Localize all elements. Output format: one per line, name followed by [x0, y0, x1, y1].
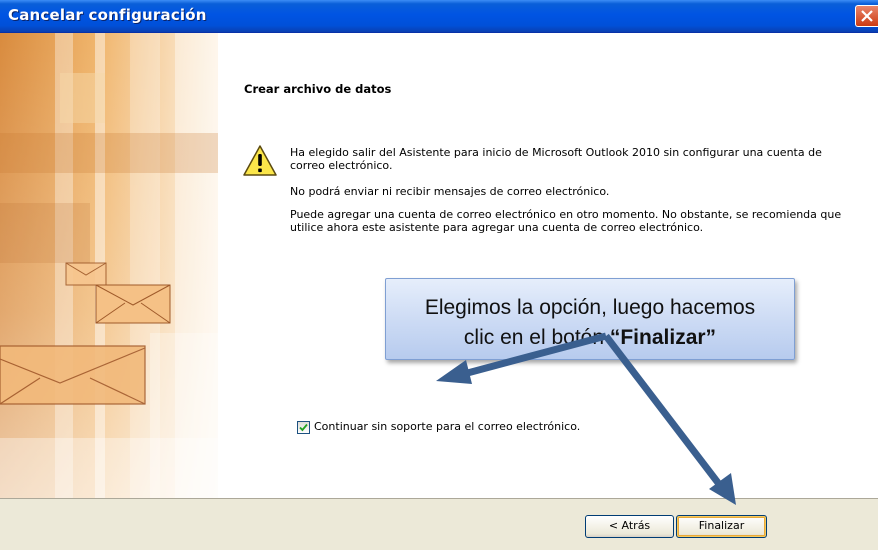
window-title: Cancelar configuración — [8, 6, 207, 24]
callout-line-2-prefix: clic en el botón — [463, 326, 610, 349]
checkmark-icon — [299, 423, 308, 432]
button-bar: < Atrás Finalizar — [0, 498, 878, 550]
callout-text: Elegimos la opción, luego hacemos clic e… — [386, 293, 794, 353]
back-button[interactable]: < Atrás — [585, 515, 674, 538]
callout-line-1: Elegimos la opción, luego hacemos — [424, 296, 756, 319]
close-button[interactable] — [855, 5, 878, 27]
instruction-callout: Elegimos la opción, luego hacemos clic e… — [385, 278, 795, 360]
message-add-account-later: Puede agregar una cuenta de correo elect… — [290, 208, 842, 234]
close-icon — [861, 10, 873, 22]
checkbox-label[interactable]: Continuar sin soporte para el correo ele… — [314, 420, 580, 433]
continue-without-email-checkbox[interactable] — [297, 421, 310, 434]
callout-line-2-bold: “Finalizar” — [609, 326, 717, 349]
warning-icon — [242, 144, 278, 178]
page-heading: Crear archivo de datos — [244, 82, 392, 96]
setup-cancel-dialog: Cancelar configuración Crear archivo de … — [0, 0, 878, 550]
message-exit-wizard: Ha elegido salir del Asistente para inic… — [290, 146, 822, 172]
side-banner-art — [0, 33, 218, 498]
finish-button[interactable]: Finalizar — [676, 515, 767, 538]
title-bar[interactable]: Cancelar configuración — [0, 0, 878, 33]
message-no-email: No podrá enviar ni recibir mensajes de c… — [290, 185, 610, 198]
dialog-content: Crear archivo de datos Ha elegido salir … — [0, 33, 878, 498]
